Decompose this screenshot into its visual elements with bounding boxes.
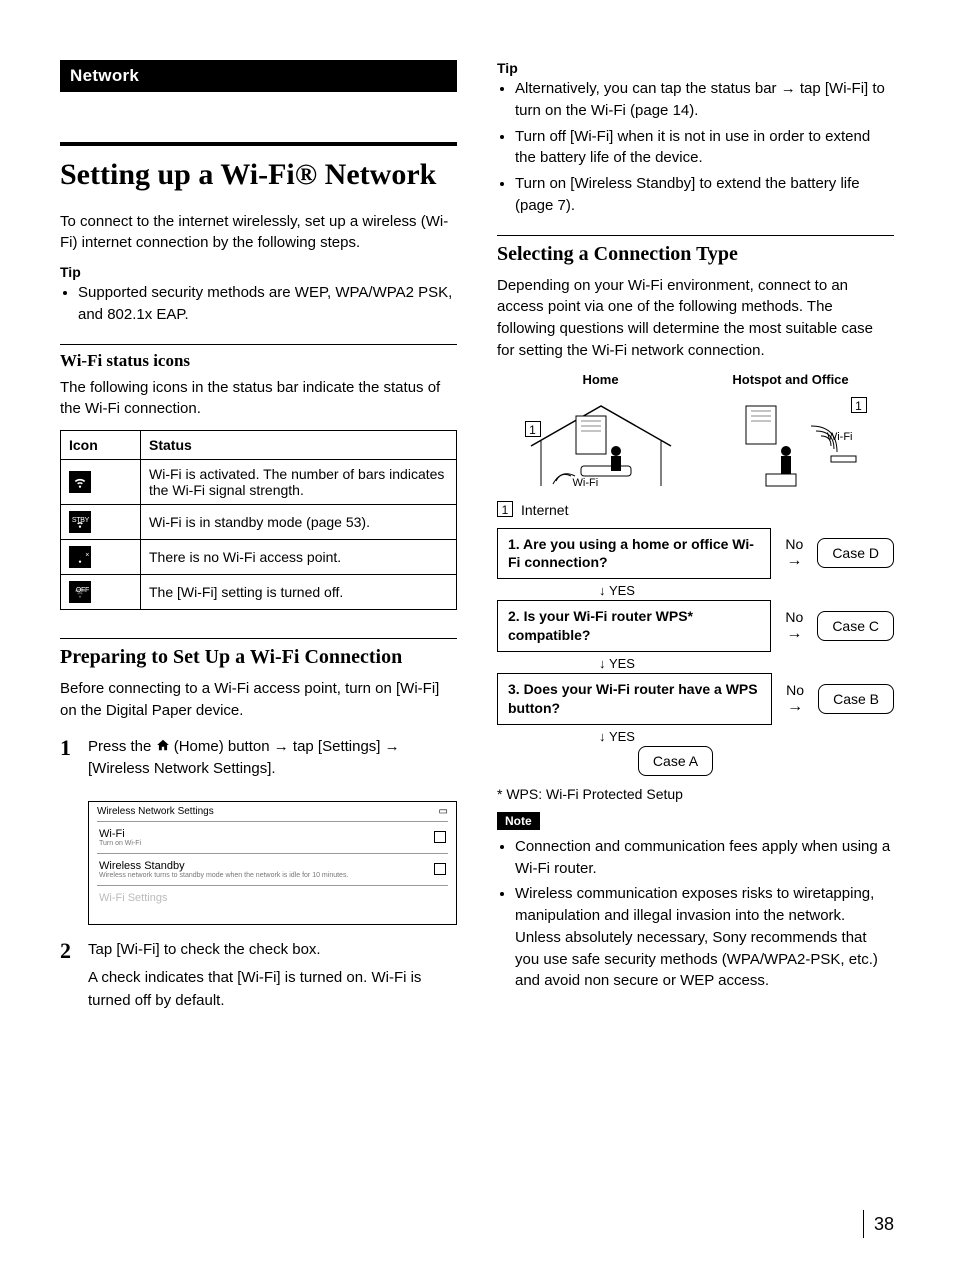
battery-icon: ▭: [439, 806, 448, 817]
note-item: Wireless communication exposes risks to …: [515, 883, 894, 992]
step-2: 2 Tap [Wi-Fi] to check the check box. A …: [60, 939, 457, 1019]
steps-list: 2 Tap [Wi-Fi] to check the check box. A …: [60, 939, 457, 1019]
screenshot-row-standby: Wireless StandbyWireless network turns t…: [97, 853, 448, 885]
wps-footnote: * WPS: Wi-Fi Protected Setup: [497, 786, 894, 802]
status-text: The [Wi-Fi] setting is turned off.: [141, 575, 457, 610]
th-status: Status: [141, 431, 457, 460]
tip-item: Supported security methods are WEP, WPA/…: [78, 282, 457, 326]
note-list: Connection and communication fees apply …: [497, 836, 894, 992]
flow-case-d: Case D: [817, 538, 894, 568]
wifi-off-icon: OFF: [69, 581, 91, 603]
flow-yes-label: YES: [557, 581, 677, 600]
section-tag: Network: [60, 60, 457, 92]
prep-intro: Before connecting to a Wi-Fi access poin…: [60, 678, 457, 722]
figure-legend: 1 Internet: [497, 501, 894, 518]
subheading-selecting: Selecting a Connection Type: [497, 242, 894, 267]
tip-item: Alternatively, you can tap the status ba…: [515, 78, 894, 122]
flow-yes-label: YES: [557, 727, 677, 746]
select-intro: Depending on your Wi-Fi environment, con…: [497, 275, 894, 362]
thin-rule: [497, 235, 894, 236]
icons-intro: The following icons in the status bar in…: [60, 377, 457, 421]
tip-item: Turn off [Wi-Fi] when it is not in use i…: [515, 126, 894, 170]
table-row: OFF The [Wi-Fi] setting is turned off.: [61, 575, 457, 610]
heading-rule: [60, 142, 457, 146]
screenshot-title: Wireless Network Settings: [97, 806, 214, 817]
wifi-noap-icon: ×: [69, 546, 91, 568]
checkbox-icon: [434, 863, 446, 875]
subheading-icons: Wi-Fi status icons: [60, 351, 457, 371]
flow-no-label: No: [780, 682, 810, 716]
legend-label: Internet: [521, 502, 568, 518]
steps-list: 1 Press the (Home) button → tap [Setting…: [60, 736, 457, 787]
table-row: × There is no Wi-Fi access point.: [61, 540, 457, 575]
flow-question-2: 2. Is your Wi-Fi router WPS* compatible?: [497, 600, 771, 652]
env-home: Home 1 Wi-Fi: [521, 372, 681, 491]
tip-label: Tip: [60, 264, 457, 280]
callout-1: 1: [851, 397, 867, 413]
page-title: Setting up a Wi-Fi® Network: [60, 158, 457, 193]
flow-case-a: Case A: [638, 746, 713, 776]
legend-num: 1: [497, 501, 513, 517]
tip-list: Supported security methods are WEP, WPA/…: [60, 282, 457, 326]
decision-flowchart: 1. Are you using a home or office Wi-Fi …: [497, 528, 894, 776]
icon-status-table: Icon Status Wi-Fi is activated. The numb…: [60, 430, 457, 610]
screenshot-row-wifi: Wi-FiTurn on Wi-Fi: [97, 821, 448, 853]
tip-item: Turn on [Wireless Standby] to extend the…: [515, 173, 894, 217]
wifi-icon: [69, 471, 91, 493]
table-row: Wi-Fi is activated. The number of bars i…: [61, 460, 457, 505]
table-row: STBY Wi-Fi is in standby mode (page 53).: [61, 505, 457, 540]
note-label: Note: [497, 812, 540, 830]
left-column: Network Setting up a Wi-Fi® Network To c…: [60, 60, 457, 1032]
environment-figures: Home 1 Wi-Fi: [497, 372, 894, 491]
settings-screenshot: Wireless Network Settings ▭ Wi-FiTurn on…: [88, 801, 457, 925]
tip-label: Tip: [497, 60, 894, 76]
th-icon: Icon: [61, 431, 141, 460]
flow-no-label: No: [779, 609, 809, 643]
status-text: There is no Wi-Fi access point.: [141, 540, 457, 575]
note-item: Connection and communication fees apply …: [515, 836, 894, 880]
step-1: 1 Press the (Home) button → tap [Setting…: [60, 736, 457, 787]
flow-yes-label: YES: [557, 654, 677, 673]
env-hotspot: Hotspot and Office 1 Wi-Fi: [711, 372, 871, 491]
step-text: Tap [Wi-Fi] to check the check box.: [88, 939, 457, 962]
flow-case-c: Case C: [817, 611, 894, 641]
home-illustration: [521, 391, 681, 491]
right-column: Tip Alternatively, you can tap the statu…: [497, 60, 894, 1032]
tip-list: Alternatively, you can tap the status ba…: [497, 78, 894, 217]
wifi-standby-icon: STBY: [69, 511, 91, 533]
checkbox-icon: [434, 831, 446, 843]
callout-1: 1: [525, 421, 541, 437]
wifi-label: Wi-Fi: [827, 431, 853, 443]
subheading-preparing: Preparing to Set Up a Wi-Fi Connection: [60, 645, 457, 670]
flow-no-label: No: [779, 536, 809, 570]
step-text: A check indicates that [Wi-Fi] is turned…: [88, 967, 457, 1012]
flow-case-b: Case B: [818, 684, 894, 714]
status-text: Wi-Fi is activated. The number of bars i…: [141, 460, 457, 505]
step-number: 2: [60, 939, 88, 1019]
step-text: Press the (Home) button → tap [Settings]…: [88, 736, 457, 781]
flow-question-1: 1. Are you using a home or office Wi-Fi …: [497, 528, 771, 580]
flow-question-3: 3. Does your Wi-Fi router have a WPS but…: [497, 673, 772, 725]
screenshot-row-wifisettings: Wi-Fi Settings: [97, 885, 448, 910]
page-number: 38: [863, 1210, 894, 1238]
home-icon: [156, 738, 170, 752]
status-text: Wi-Fi is in standby mode (page 53).: [141, 505, 457, 540]
thin-rule: [60, 344, 457, 345]
thin-rule: [60, 638, 457, 639]
intro-text: To connect to the internet wirelessly, s…: [60, 211, 457, 255]
step-number: 1: [60, 736, 88, 787]
wifi-label: Wi-Fi: [573, 477, 599, 489]
